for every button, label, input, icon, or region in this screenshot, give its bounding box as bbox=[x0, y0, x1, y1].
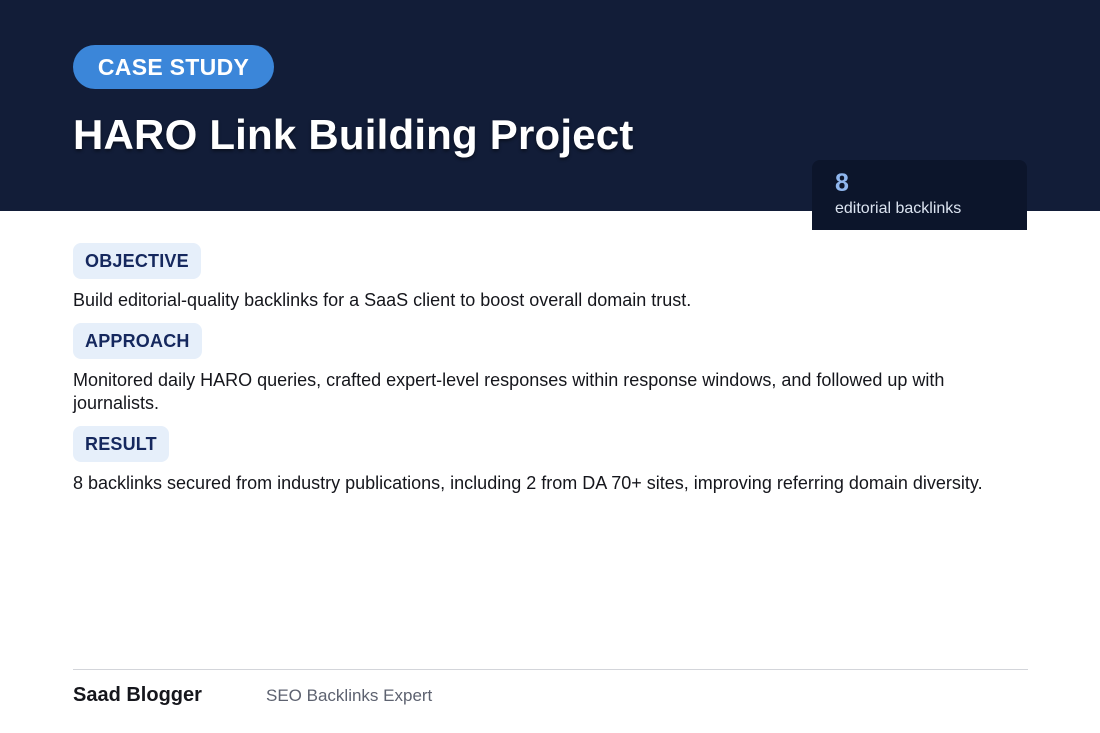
content-area: OBJECTIVE Build editorial-quality backli… bbox=[73, 243, 1028, 506]
section-text-approach: Monitored daily HARO queries, crafted ex… bbox=[73, 370, 945, 413]
section-result: RESULT 8 backlinks secured from industry… bbox=[73, 426, 1028, 495]
footer-divider bbox=[73, 669, 1028, 670]
stat-value: 8 bbox=[835, 169, 849, 197]
section-text-objective: Build editorial-quality backlinks for a … bbox=[73, 290, 692, 310]
page-title: HARO Link Building Project bbox=[73, 111, 634, 158]
section-objective: OBJECTIVE Build editorial-quality backli… bbox=[73, 243, 1028, 312]
section-heading-result: RESULT bbox=[73, 426, 169, 462]
section-heading-objective: OBJECTIVE bbox=[73, 243, 201, 279]
section-approach: APPROACH Monitored daily HARO queries, c… bbox=[73, 323, 1028, 415]
hero-banner: CASE STUDY HARO Link Building Project 8 … bbox=[0, 0, 1100, 230]
section-text-result: 8 backlinks secured from industry public… bbox=[73, 473, 983, 493]
stat-card: 8 editorial backlinks bbox=[812, 160, 1027, 230]
section-heading-approach: APPROACH bbox=[73, 323, 202, 359]
stat-label: editorial backlinks bbox=[835, 200, 962, 217]
author-name: Saad Blogger bbox=[73, 684, 202, 706]
author-role: SEO Backlinks Expert bbox=[266, 686, 433, 705]
case-study-badge: CASE STUDY bbox=[73, 45, 274, 89]
case-study-page: CASE STUDY HARO Link Building Project 8 … bbox=[0, 0, 1100, 733]
